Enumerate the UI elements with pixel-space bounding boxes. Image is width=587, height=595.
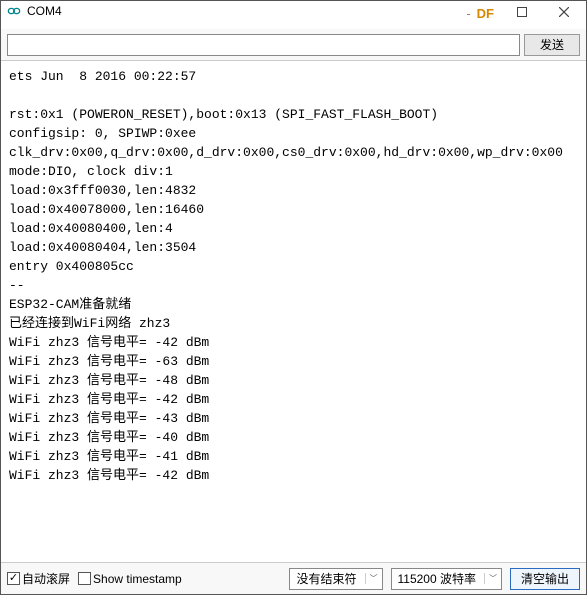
line-ending-dropdown[interactable]: 没有结束符 ﹀ <box>289 568 382 590</box>
baud-dropdown[interactable]: 115200 波特率 ﹀ <box>391 568 503 590</box>
titlebar: COM4 - DF <box>1 1 586 29</box>
line-ending-selected: 没有结束符 <box>296 570 356 587</box>
minus-text: - <box>466 4 470 21</box>
titlebar-right: - DF <box>466 1 586 23</box>
checkbox-icon <box>78 572 91 585</box>
close-button[interactable] <box>542 1 586 23</box>
timestamp-checkbox[interactable]: Show timestamp <box>78 572 182 586</box>
statusbar: 自动滚屏 Show timestamp 没有结束符 ﹀ 115200 波特率 ﹀… <box>1 562 586 594</box>
chevron-down-icon: ﹀ <box>484 573 497 584</box>
arduino-icon <box>7 4 21 18</box>
window-title: COM4 <box>27 4 62 18</box>
maximize-button[interactable] <box>502 1 542 23</box>
send-button[interactable]: 发送 <box>524 34 580 56</box>
timestamp-label: Show timestamp <box>93 572 182 586</box>
df-badge: DF <box>477 4 494 21</box>
serial-input[interactable] <box>7 34 520 56</box>
chevron-down-icon: ﹀ <box>365 573 378 584</box>
clear-output-button[interactable]: 清空输出 <box>510 568 580 590</box>
checkbox-icon <box>7 572 20 585</box>
titlebar-left: COM4 <box>7 1 62 18</box>
autoscroll-label: 自动滚屏 <box>22 570 70 587</box>
toolbar: 发送 <box>1 29 586 61</box>
baud-selected: 115200 波特率 <box>398 570 477 587</box>
autoscroll-checkbox[interactable]: 自动滚屏 <box>7 570 70 587</box>
serial-output: ets Jun 8 2016 00:22:57 rst:0x1 (POWERON… <box>1 61 586 562</box>
window: COM4 - DF 发送 ets Jun 8 2016 00:22:57 rst… <box>0 0 587 595</box>
